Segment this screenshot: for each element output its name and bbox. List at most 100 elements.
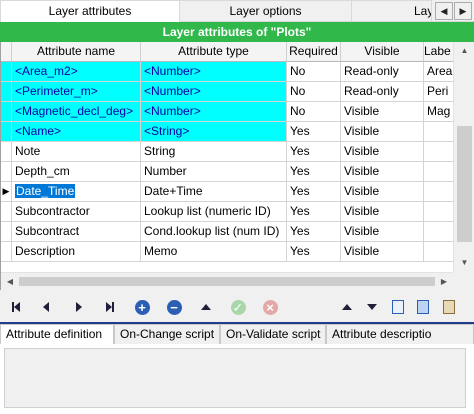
cell-attribute-type[interactable]: <Number> <box>141 102 287 122</box>
cell-required[interactable]: Yes <box>287 122 341 142</box>
tab-on-validate-script[interactable]: On-Validate script <box>220 324 326 344</box>
cell-label[interactable] <box>424 162 453 182</box>
cell-label[interactable] <box>424 222 453 242</box>
cancel-icon[interactable]: × <box>261 298 279 316</box>
table-row[interactable]: <Area_m2> <Number> No Read-only Area <box>1 62 453 82</box>
cell-attribute-name[interactable]: <Perimeter_m> <box>12 82 141 102</box>
vertical-scrollbar[interactable]: ▲ ▼ <box>453 42 474 272</box>
table-row[interactable]: Subcontract Cond.lookup list (num ID) Ye… <box>1 222 453 242</box>
tab-scroll-right-icon[interactable]: ▶ <box>454 2 472 20</box>
cell-required[interactable]: Yes <box>287 222 341 242</box>
cell-attribute-name[interactable]: Description <box>12 242 141 262</box>
bottom-tab-strip: Attribute definition On-Change script On… <box>0 324 474 345</box>
cell-attribute-name[interactable]: Subcontractor <box>12 202 141 222</box>
scroll-right-icon[interactable]: ▶ <box>435 273 453 290</box>
cell-attribute-name[interactable]: Depth_cm <box>12 162 141 182</box>
paste-icon[interactable] <box>440 298 458 316</box>
horizontal-scrollbar[interactable]: ◀ ▶ <box>1 272 453 290</box>
cell-label[interactable] <box>424 122 453 142</box>
cell-required[interactable]: Yes <box>287 242 341 262</box>
header-visible[interactable]: Visible <box>341 42 424 62</box>
cell-attribute-type[interactable]: Number <box>141 162 287 182</box>
header-attribute-name[interactable]: Attribute name <box>12 42 141 62</box>
cell-attribute-name[interactable]: Date_Time <box>12 182 141 202</box>
cell-label[interactable] <box>424 242 453 262</box>
cell-attribute-name[interactable]: Note <box>12 142 141 162</box>
cell-required[interactable]: Yes <box>287 202 341 222</box>
first-record-icon[interactable] <box>7 298 25 316</box>
tab-layer-truncated[interactable]: Lay <box>352 0 432 22</box>
horizontal-scroll-thumb[interactable] <box>19 277 435 286</box>
cell-attribute-name[interactable]: <Name> <box>12 122 141 142</box>
cell-attribute-name[interactable]: Subcontract <box>12 222 141 242</box>
cell-attribute-name[interactable]: <Magnetic_decl_deg> <box>12 102 141 122</box>
cell-label[interactable] <box>424 182 453 202</box>
tab-scroll-left-icon[interactable]: ◀ <box>435 2 453 20</box>
cell-visible[interactable]: Read-only <box>341 82 424 102</box>
cell-visible[interactable]: Visible <box>341 142 424 162</box>
import-icon[interactable] <box>389 298 407 316</box>
prev-record-icon[interactable] <box>37 298 55 316</box>
tab-attribute-description[interactable]: Attribute descriptio <box>326 324 474 344</box>
remove-icon[interactable]: − <box>165 298 183 316</box>
header-label[interactable]: Labe <box>424 42 453 62</box>
table-row[interactable]: <Magnetic_decl_deg> <Number> No Visible … <box>1 102 453 122</box>
last-record-icon[interactable] <box>101 298 119 316</box>
next-record-icon[interactable] <box>70 298 88 316</box>
move-down-icon[interactable] <box>363 298 381 316</box>
cell-label[interactable]: Area <box>424 62 453 82</box>
tab-layer-options[interactable]: Layer options <box>180 0 352 22</box>
cell-required[interactable]: Yes <box>287 162 341 182</box>
navigator-toolbar: + − ✓ × <box>0 290 474 322</box>
cell-required[interactable]: No <box>287 102 341 122</box>
cell-visible[interactable]: Visible <box>341 102 424 122</box>
table-row[interactable]: Subcontractor Lookup list (numeric ID) Y… <box>1 202 453 222</box>
table-row[interactable]: Depth_cm Number Yes Visible <box>1 162 453 182</box>
move-up-icon[interactable] <box>338 298 356 316</box>
tab-on-change-script[interactable]: On-Change script <box>114 324 220 344</box>
cell-visible[interactable]: Visible <box>341 222 424 242</box>
cell-required[interactable]: Yes <box>287 142 341 162</box>
cell-attribute-type[interactable]: Lookup list (numeric ID) <box>141 202 287 222</box>
cell-visible[interactable]: Visible <box>341 202 424 222</box>
cell-label[interactable]: Mag <box>424 102 453 122</box>
up-arrow-icon[interactable] <box>197 298 215 316</box>
cell-attribute-type[interactable]: Memo <box>141 242 287 262</box>
cell-required[interactable]: No <box>287 82 341 102</box>
cell-label[interactable]: Peri <box>424 82 453 102</box>
cell-label[interactable] <box>424 202 453 222</box>
confirm-icon[interactable]: ✓ <box>229 298 247 316</box>
scroll-up-icon[interactable]: ▲ <box>454 42 474 60</box>
cell-label[interactable] <box>424 142 453 162</box>
cell-required[interactable]: No <box>287 62 341 82</box>
table-row[interactable]: <Perimeter_m> <Number> No Read-only Peri <box>1 82 453 102</box>
cell-visible[interactable]: Visible <box>341 182 424 202</box>
tab-layer-attributes[interactable]: Layer attributes <box>0 0 180 23</box>
cell-attribute-type[interactable]: <Number> <box>141 62 287 82</box>
selected-cell-text[interactable]: Date_Time <box>15 184 76 198</box>
cell-visible[interactable]: Visible <box>341 122 424 142</box>
copy-icon[interactable] <box>414 298 432 316</box>
cell-visible[interactable]: Visible <box>341 162 424 182</box>
cell-attribute-name[interactable]: <Area_m2> <box>12 62 141 82</box>
cell-attribute-type[interactable]: Cond.lookup list (num ID) <box>141 222 287 242</box>
header-required[interactable]: Required <box>287 42 341 62</box>
table-row-selected[interactable]: ▶ Date_Time Date+Time Yes Visible <box>1 182 453 202</box>
cell-visible[interactable]: Visible <box>341 242 424 262</box>
cell-attribute-type[interactable]: <String> <box>141 122 287 142</box>
cell-attribute-type[interactable]: <Number> <box>141 82 287 102</box>
cell-required[interactable]: Yes <box>287 182 341 202</box>
add-icon[interactable]: + <box>133 298 151 316</box>
cell-attribute-type[interactable]: Date+Time <box>141 182 287 202</box>
scroll-left-icon[interactable]: ◀ <box>1 273 19 290</box>
cell-attribute-type[interactable]: String <box>141 142 287 162</box>
cell-visible[interactable]: Read-only <box>341 62 424 82</box>
table-row[interactable]: Note String Yes Visible <box>1 142 453 162</box>
table-row[interactable]: Description Memo Yes Visible <box>1 242 453 262</box>
vertical-scroll-thumb[interactable] <box>457 126 472 242</box>
tab-attribute-definition[interactable]: Attribute definition <box>0 324 114 345</box>
header-attribute-type[interactable]: Attribute type <box>141 42 287 62</box>
table-row[interactable]: <Name> <String> Yes Visible <box>1 122 453 142</box>
scrollbar-corner <box>453 272 474 290</box>
scroll-down-icon[interactable]: ▼ <box>454 254 474 272</box>
